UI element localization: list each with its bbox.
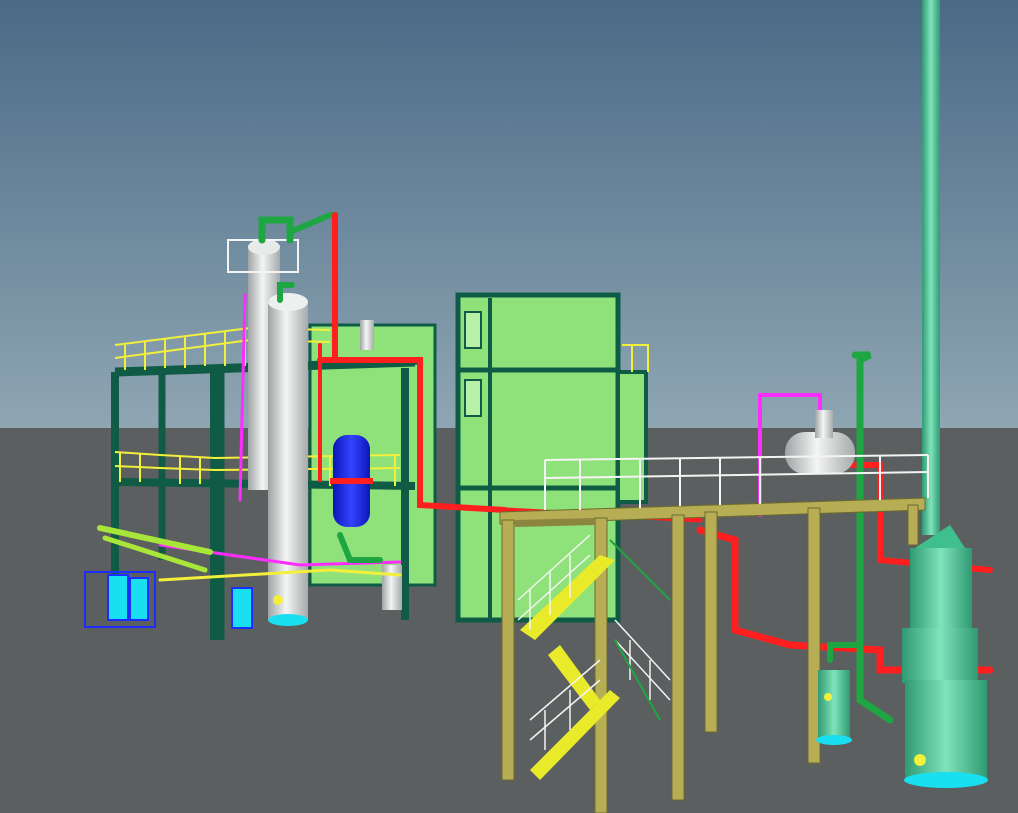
knockout-drum [816, 670, 852, 745]
blue-vessel [330, 435, 373, 527]
distillation-column-main [268, 293, 308, 626]
plant-3d-scene [0, 0, 1018, 813]
plant-model-render [0, 0, 1018, 813]
